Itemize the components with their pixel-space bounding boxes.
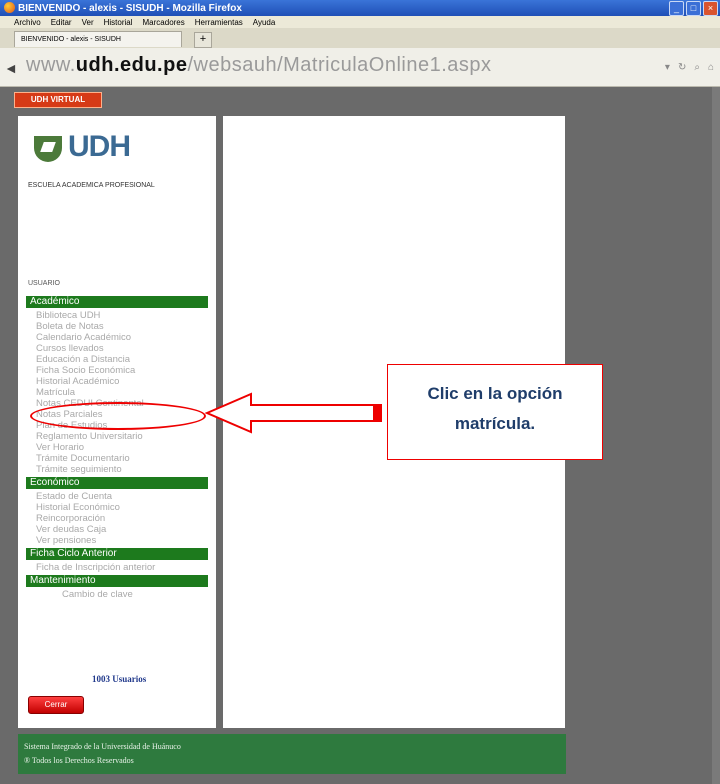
footer-line-1: Sistema Integrado de la Universidad de H… [24, 742, 181, 751]
annotation-arrow [205, 392, 382, 434]
menu-item-reglamento[interactable]: Reglamento Universitario [26, 431, 208, 442]
home-icon[interactable]: ⌂ [708, 62, 714, 73]
tab-bar: BIENVENIDO - alexis - SISUDH + [0, 28, 720, 48]
vertical-scrollbar[interactable] [712, 87, 720, 784]
menu-item-ver-horario[interactable]: Ver Horario [26, 442, 208, 453]
dropdown-icon[interactable]: ▾ [665, 62, 670, 73]
menu-item-historial-academico[interactable]: Historial Académico [26, 376, 208, 387]
minimize-icon[interactable]: _ [669, 1, 684, 16]
menu-item-pensiones[interactable]: Ver pensiones [26, 535, 208, 546]
page-footer: Sistema Integrado de la Universidad de H… [18, 734, 566, 774]
menu-item-deudas-caja[interactable]: Ver deudas Caja [26, 524, 208, 535]
section-economico[interactable]: Económico [26, 477, 208, 489]
browser-tab[interactable]: BIENVENIDO - alexis - SISUDH [14, 31, 182, 47]
logo-text: UDH [68, 130, 131, 163]
menu-item-biblioteca[interactable]: Biblioteca UDH [26, 310, 208, 321]
address-tools: ▾ ↻ ⌕ ⌂ [665, 62, 714, 73]
menu-archivo[interactable]: Archivo [14, 18, 41, 27]
search-icon[interactable]: ⌕ [694, 62, 700, 73]
menu-ver[interactable]: Ver [82, 18, 94, 27]
window-title: BIENVENIDO - alexis - SISUDH - Mozilla F… [18, 2, 242, 14]
menu-historial[interactable]: Historial [104, 18, 133, 27]
back-arrow-icon[interactable]: ◄ [4, 60, 18, 76]
maximize-icon[interactable]: □ [686, 1, 701, 16]
menu-ayuda[interactable]: Ayuda [253, 18, 276, 27]
close-icon[interactable]: × [703, 1, 718, 16]
new-tab-button[interactable]: + [194, 32, 212, 48]
menu-bar: Archivo Editar Ver Historial Marcadores … [0, 16, 720, 28]
menu-item-matricula[interactable]: Matrícula [26, 387, 208, 398]
sidebar-menu: Académico Biblioteca UDH Boleta de Notas… [26, 294, 208, 600]
menu-item-calendario[interactable]: Calendario Académico [26, 332, 208, 343]
menu-item-ficha-anterior[interactable]: Ficha de Inscripción anterior [26, 562, 208, 573]
menu-item-boleta-notas[interactable]: Boleta de Notas [26, 321, 208, 332]
section-mantenimiento[interactable]: Mantenimiento [26, 575, 208, 587]
menu-item-reincorporacion[interactable]: Reincorporación [26, 513, 208, 524]
menu-item-tramite-seg[interactable]: Trámite seguimiento [26, 464, 208, 475]
udh-shield-icon [34, 136, 62, 162]
menu-item-educacion-distancia[interactable]: Educación a Distancia [26, 354, 208, 365]
menu-item-estado-cuenta[interactable]: Estado de Cuenta [26, 491, 208, 502]
logout-button[interactable]: Cerrar [28, 696, 84, 714]
menu-item-ficha-socio[interactable]: Ficha Socio Económica [26, 365, 208, 376]
menu-editar[interactable]: Editar [51, 18, 72, 27]
udh-virtual-badge[interactable]: UDH VIRTUAL [14, 92, 102, 108]
users-link[interactable]: 1003 Usuarios [92, 674, 146, 684]
window-controls: _ □ × [669, 1, 718, 16]
menu-item-tramite-doc[interactable]: Trámite Documentario [26, 453, 208, 464]
url-field[interactable]: www.udh.edu.pe/websauh/MatriculaOnline1.… [26, 54, 492, 77]
menu-herramientas[interactable]: Herramientas [195, 18, 243, 27]
section-ficha-ciclo[interactable]: Ficha Ciclo Anterior [26, 548, 208, 560]
callout-line-2: matrícula. [454, 414, 536, 433]
annotation-ellipse [30, 402, 206, 430]
udh-logo: UDH [34, 130, 131, 163]
section-academico[interactable]: Académico [26, 296, 208, 308]
reload-icon[interactable]: ↻ [678, 62, 686, 73]
callout-line-1: Clic en la opción [427, 384, 563, 403]
menu-item-cursos-llevados[interactable]: Cursos llevados [26, 343, 208, 354]
school-label: ESCUELA ACADEMICA PROFESIONAL [28, 182, 155, 189]
browser-titlebar: BIENVENIDO - alexis - SISUDH - Mozilla F… [0, 0, 720, 16]
menu-item-cambio-clave[interactable]: Cambio de clave [26, 589, 208, 600]
address-bar: ◄ www.udh.edu.pe/websauh/MatriculaOnline… [0, 48, 720, 87]
firefox-icon [4, 2, 15, 13]
menu-item-historial-economico[interactable]: Historial Económico [26, 502, 208, 513]
footer-line-2: ® Todos los Derechos Reservados [24, 756, 134, 765]
user-label: USUARIO [28, 280, 60, 287]
annotation-callout: Clic en la opción matrícula. [387, 364, 603, 460]
menu-marcadores[interactable]: Marcadores [143, 18, 185, 27]
